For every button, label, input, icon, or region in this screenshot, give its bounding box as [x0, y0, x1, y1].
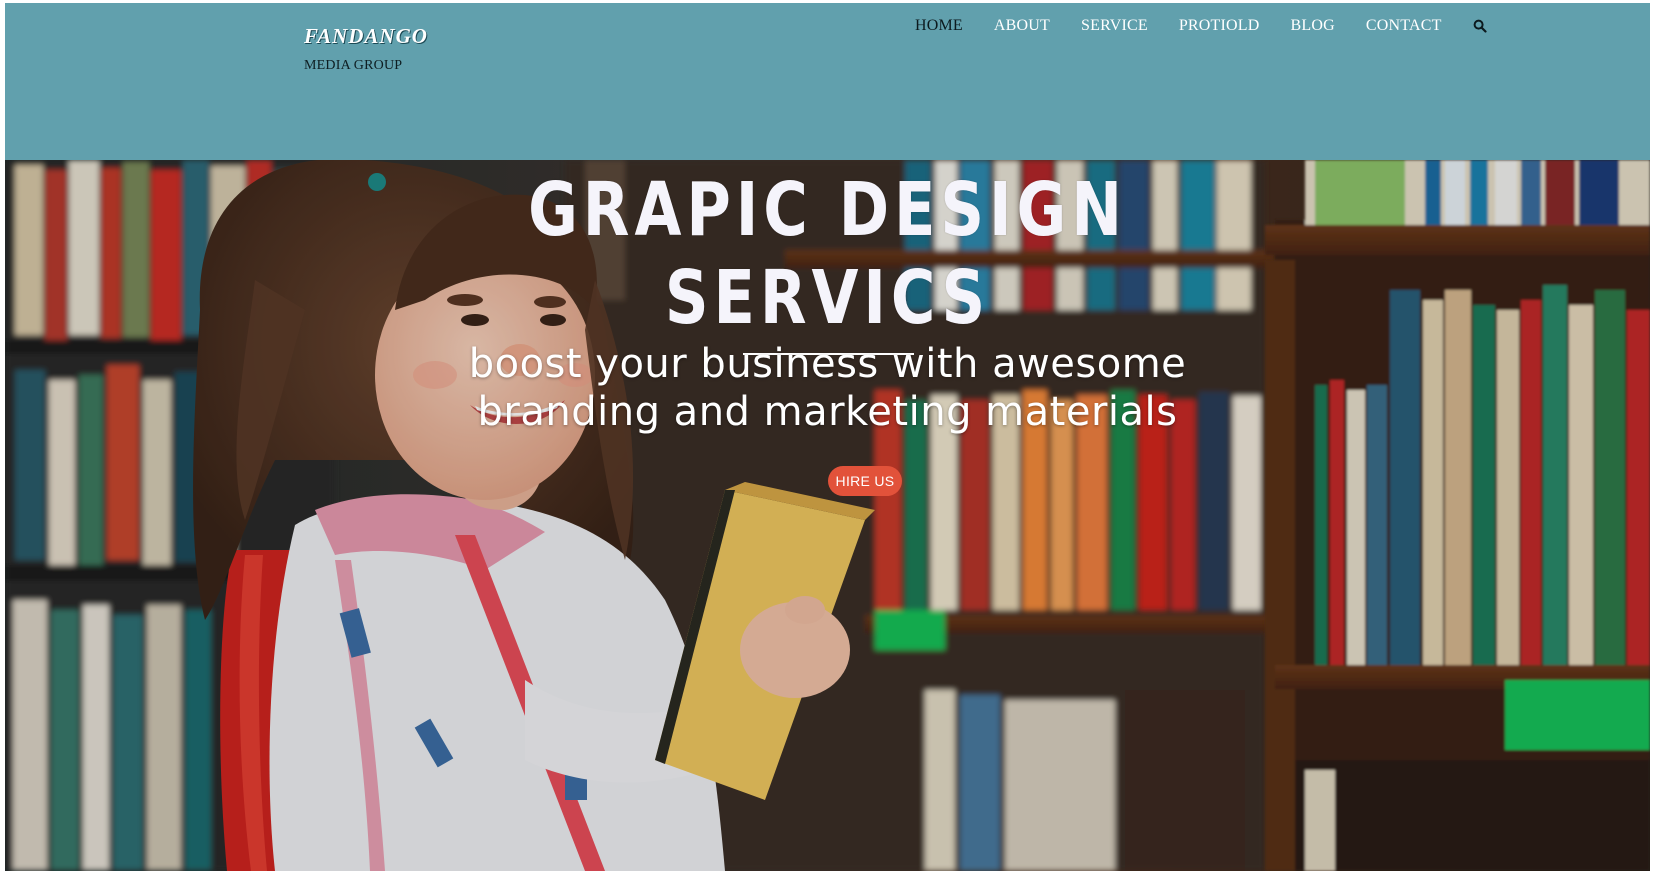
- brand-tagline: MEDIA GROUP: [304, 58, 403, 73]
- nav-item-service[interactable]: SERVICE: [1081, 17, 1148, 35]
- hire-us-button[interactable]: HIRE US: [828, 466, 902, 496]
- nav-item-contact[interactable]: CONTACT: [1366, 17, 1442, 35]
- site-header: FANDANGO MEDIA GROUP HOME ABOUT SERVICE …: [5, 3, 1650, 161]
- nav-item-home[interactable]: HOME: [915, 17, 963, 35]
- brand-logo[interactable]: FANDANGO: [304, 24, 428, 49]
- nav-item-about[interactable]: ABOUT: [994, 17, 1050, 35]
- hero-title-line2: SERVICS: [664, 255, 991, 341]
- nav-item-blog[interactable]: BLOG: [1291, 17, 1335, 35]
- hero-title-line1: GRAPIC DESIGN: [528, 167, 1127, 253]
- hero-subtitle-line1: boost your business with awesome: [468, 341, 1187, 387]
- hero-section: GRAPIC DESIGN SERVICS boost your busines…: [5, 160, 1650, 871]
- search-icon[interactable]: [1473, 19, 1489, 35]
- main-nav: HOME ABOUT SERVICE PROTIOLD BLOG CONTACT: [915, 17, 1489, 35]
- hero-subtitle-line2: branding and marketing materials: [477, 389, 1178, 435]
- page: FANDANGO MEDIA GROUP HOME ABOUT SERVICE …: [5, 3, 1650, 871]
- nav-item-protiold[interactable]: PROTIOLD: [1179, 17, 1260, 35]
